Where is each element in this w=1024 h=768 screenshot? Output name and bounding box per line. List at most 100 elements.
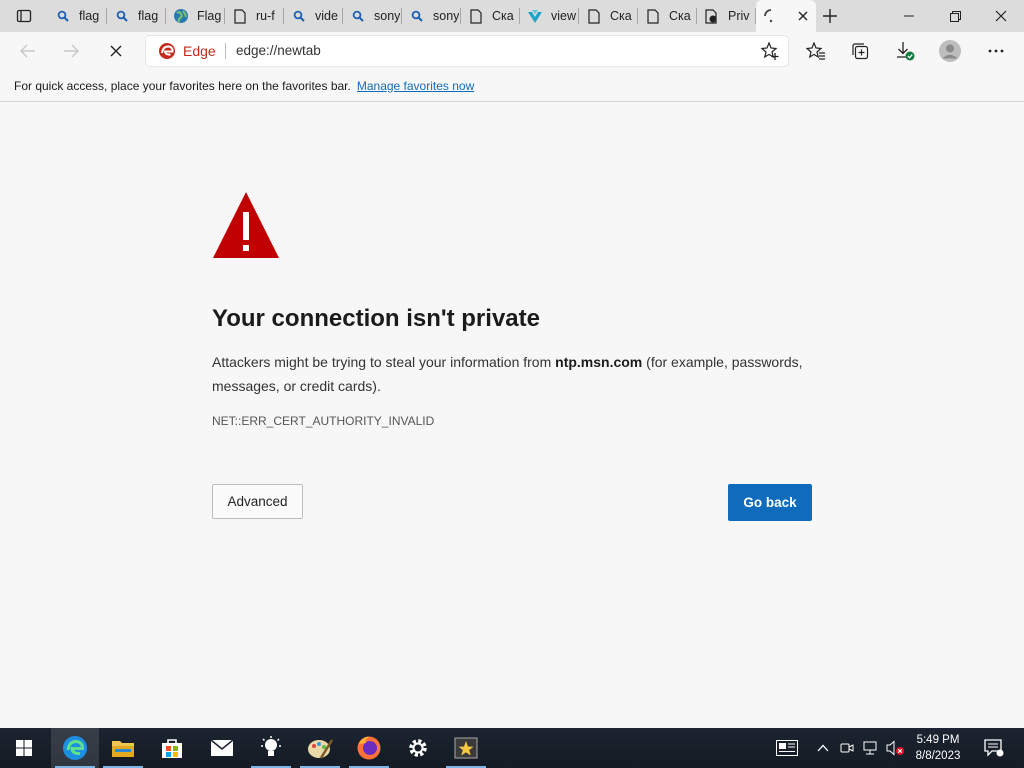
- tab[interactable]: sony: [343, 0, 402, 32]
- taskbar-firefox[interactable]: [345, 728, 393, 768]
- tab[interactable]: Ска: [579, 0, 638, 32]
- description-text: Attackers might be trying to steal your …: [212, 354, 556, 370]
- tab[interactable]: Ска: [638, 0, 697, 32]
- plus-icon: [823, 9, 837, 23]
- page-title: Your connection isn't private: [212, 305, 540, 332]
- close-window-button[interactable]: [978, 0, 1024, 32]
- tab[interactable]: flag: [107, 0, 166, 32]
- camera-icon: [840, 743, 854, 753]
- taskbar-file-explorer[interactable]: [99, 728, 147, 768]
- manage-favorites-link[interactable]: Manage favorites now: [357, 79, 474, 93]
- store-icon: [162, 739, 182, 758]
- clock-date: 8/8/2023: [915, 750, 961, 762]
- show-hidden-icons-button[interactable]: [814, 728, 832, 768]
- settings-more-button[interactable]: [980, 35, 1012, 67]
- tab-label: Flag: [197, 9, 222, 23]
- go-back-button[interactable]: Go back: [728, 484, 812, 521]
- minimize-button[interactable]: [886, 0, 932, 32]
- taskbar-paint[interactable]: [296, 728, 344, 768]
- tab-active[interactable]: [756, 0, 816, 32]
- taskbar-settings[interactable]: [394, 728, 442, 768]
- tab-label: ru-f: [256, 9, 275, 23]
- site-identity[interactable]: Edge: [158, 42, 216, 60]
- tab[interactable]: flag: [48, 0, 107, 32]
- taskbar-media-app[interactable]: [442, 728, 490, 768]
- taskbar-store[interactable]: [148, 728, 196, 768]
- collections-button[interactable]: [844, 35, 876, 67]
- tab-label: Ска: [669, 9, 691, 23]
- edge-icon: [63, 736, 87, 760]
- clock-time: 5:49 PM: [916, 734, 960, 746]
- globe-icon: [173, 8, 189, 24]
- divider: [225, 43, 226, 59]
- private-document-icon: [704, 8, 720, 24]
- search-icon: [291, 8, 307, 24]
- edge-logo-icon: [159, 43, 175, 59]
- meet-now-button[interactable]: [838, 728, 856, 768]
- paint-icon: [308, 739, 333, 759]
- error-description: Attackers might be trying to steal your …: [212, 350, 812, 398]
- start-button[interactable]: [0, 728, 48, 768]
- warning-icon: [213, 192, 279, 258]
- tab[interactable]: view: [520, 0, 579, 32]
- favorites-icon: [806, 42, 825, 60]
- downloads-icon: [897, 42, 915, 61]
- tab[interactable]: Flag: [166, 0, 225, 32]
- profile-button[interactable]: [934, 35, 966, 67]
- back-button[interactable]: [12, 35, 44, 67]
- media-app-icon: [454, 737, 478, 759]
- stop-loading-button[interactable]: [100, 35, 132, 67]
- tab-label: sony: [374, 9, 401, 23]
- tab-actions-button[interactable]: [0, 0, 48, 32]
- taskbar-tips[interactable]: [247, 728, 295, 768]
- windows-logo-icon: [16, 740, 32, 756]
- favorites-bar-hint: For quick access, place your favorites h…: [0, 70, 1024, 102]
- volume-muted-icon: [886, 740, 904, 756]
- favorites-button[interactable]: [800, 35, 832, 67]
- new-tab-button[interactable]: [818, 4, 842, 28]
- close-icon: [995, 10, 1007, 22]
- tab-label: view: [551, 9, 577, 23]
- edge-label: Edge: [183, 43, 216, 59]
- search-icon: [350, 8, 366, 24]
- action-center-button[interactable]: [980, 728, 1008, 768]
- add-favorite-icon[interactable]: [760, 41, 780, 66]
- restore-button[interactable]: [932, 0, 978, 32]
- more-icon: [988, 49, 1004, 53]
- tab[interactable]: Priv: [697, 0, 756, 32]
- taskbar-mail[interactable]: [198, 728, 246, 768]
- settings-icon: [409, 739, 427, 757]
- address-bar[interactable]: Edge edge://newtab: [146, 36, 788, 66]
- taskbar: 5:49 PM 8/8/2023: [0, 728, 1024, 768]
- tab[interactable]: Ска: [461, 0, 520, 32]
- search-icon: [55, 8, 71, 24]
- downloads-button[interactable]: [889, 35, 921, 67]
- close-tab-icon[interactable]: [798, 9, 808, 24]
- notifications-icon: [984, 739, 1004, 757]
- network-button[interactable]: [860, 728, 880, 768]
- tab[interactable]: ru-f: [225, 0, 284, 32]
- error-code[interactable]: NET::ERR_CERT_AUTHORITY_INVALID: [212, 414, 434, 428]
- tab-label: flag: [138, 9, 159, 23]
- news-widget-button[interactable]: [772, 728, 802, 768]
- advanced-button[interactable]: Advanced: [212, 484, 303, 519]
- tab[interactable]: vide: [284, 0, 343, 32]
- tab[interactable]: sony: [402, 0, 461, 32]
- host-name: ntp.msn.com: [555, 354, 643, 370]
- forward-button[interactable]: [55, 35, 87, 67]
- search-icon: [114, 8, 130, 24]
- volume-button[interactable]: [884, 728, 906, 768]
- browser-toolbar: Edge edge://newtab: [0, 32, 1024, 70]
- tab-label: Ска: [610, 9, 632, 23]
- document-icon: [232, 8, 248, 24]
- url-text[interactable]: edge://newtab: [236, 43, 321, 58]
- back-arrow-icon: [20, 44, 35, 58]
- document-icon: [586, 8, 602, 24]
- taskbar-edge[interactable]: [51, 728, 99, 768]
- document-icon: [645, 8, 661, 24]
- network-icon: [863, 741, 877, 755]
- clock[interactable]: 5:49 PM 8/8/2023: [906, 732, 970, 764]
- news-icon: [776, 740, 798, 756]
- tab-actions-icon: [16, 9, 32, 23]
- vk-icon: [527, 8, 543, 24]
